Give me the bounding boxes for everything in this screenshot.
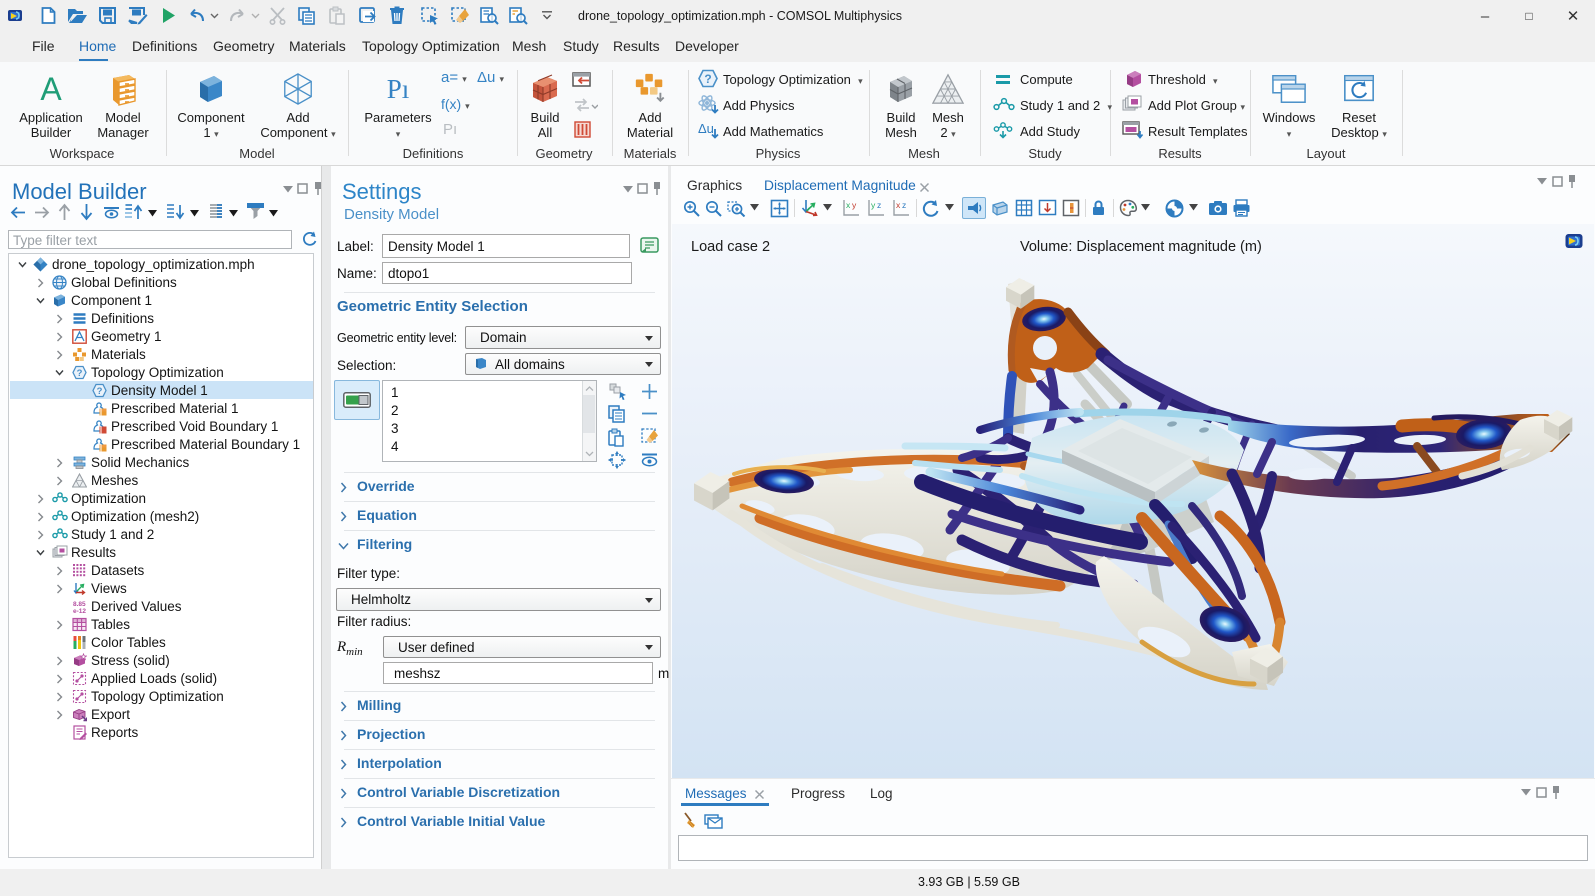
svg-text:e-12: e-12 <box>73 608 86 614</box>
svg-text:?: ? <box>77 368 83 379</box>
svg-text:Pı: Pı <box>387 74 410 104</box>
svg-text:A: A <box>40 72 62 106</box>
svg-text:?: ? <box>97 386 103 397</box>
svg-text:Δu: Δu <box>698 121 714 136</box>
svg-text:?: ? <box>704 72 711 86</box>
svg-text:z: z <box>877 200 881 210</box>
svg-text:x: x <box>846 200 851 210</box>
svg-text:x: x <box>896 200 901 210</box>
svg-text:y: y <box>852 200 857 210</box>
svg-text:z: z <box>902 200 906 210</box>
svg-text:8.85: 8.85 <box>73 601 86 608</box>
svg-text:y: y <box>871 200 876 210</box>
